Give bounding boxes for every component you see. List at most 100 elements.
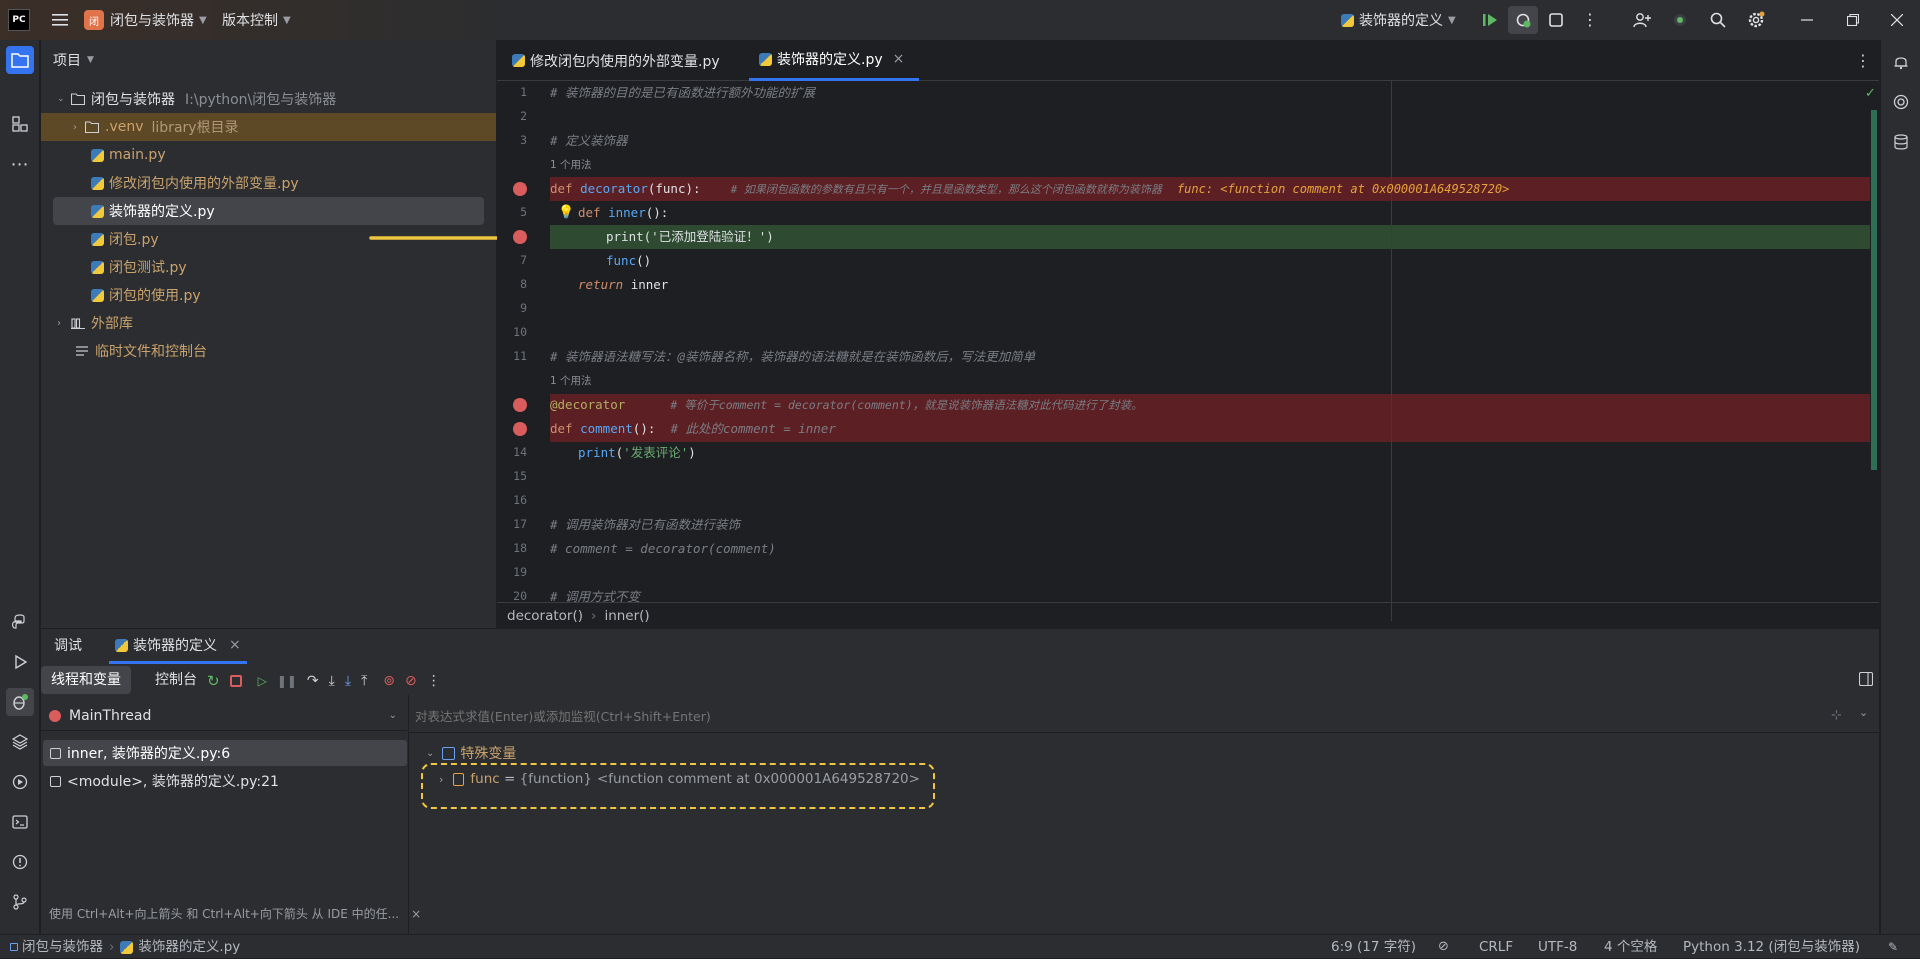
tree-file-item[interactable]: 修改闭包内使用的外部变量.py <box>41 169 496 197</box>
external-libs-label: 外部库 <box>91 316 133 332</box>
step-over-icon[interactable]: ↷ <box>307 673 319 689</box>
evaluate-expression-input[interactable] <box>415 701 1815 731</box>
tree-file-item[interactable]: 闭包测试.py <box>41 253 496 281</box>
vcs-menu[interactable]: 版本控制 ▼ <box>218 6 295 34</box>
tree-scratches[interactable]: 临时文件和控制台 <box>41 337 496 365</box>
chevron-down-icon[interactable]: ⌄ <box>1859 706 1868 719</box>
frame-item[interactable]: <module>, 装饰器的定义.py:21 <box>43 768 407 794</box>
tab-close-icon[interactable]: × <box>893 51 905 67</box>
notifications-button[interactable] <box>1887 48 1915 76</box>
editor-more-button[interactable]: ⋮ <box>1855 51 1871 70</box>
debug-session-tab[interactable]: 装饰器的定义 × <box>109 629 247 664</box>
search-button[interactable] <box>1704 6 1732 34</box>
main-menu-button[interactable] <box>46 6 74 34</box>
ai-chat-button[interactable] <box>1887 88 1915 116</box>
thread-selector[interactable]: MainThread ⌄ <box>41 701 407 731</box>
step-into-my-code-icon[interactable]: ⤓ <box>345 673 351 689</box>
line-number: 18 <box>513 541 527 555</box>
root-folder-path: I:\python\闭包与装饰器 <box>185 92 337 108</box>
project-tool-button[interactable] <box>6 46 34 74</box>
frame-item-selected[interactable]: inner, 装饰器的定义.py:6 <box>43 740 407 766</box>
subtab-console[interactable]: 控制台 <box>147 666 205 694</box>
rerun-debug-button[interactable] <box>1508 6 1538 34</box>
stop-button[interactable] <box>1542 6 1570 34</box>
problems-tool-button[interactable] <box>6 848 34 876</box>
python-console-button[interactable] <box>6 768 34 796</box>
more-vertical-icon[interactable]: ⋮ <box>427 673 441 689</box>
code-with-me-button[interactable] <box>1628 6 1656 34</box>
caret-position[interactable]: 6:9 (17 字符) <box>1331 935 1416 959</box>
terminal-tool-button[interactable] <box>6 808 34 836</box>
step-into-icon[interactable]: ⤓ <box>329 673 335 689</box>
view-breakpoints-icon[interactable]: ⊚ <box>383 673 395 689</box>
readonly-toggle-icon[interactable]: ⊘ <box>1438 935 1449 959</box>
tree-file-item[interactable]: main.py <box>41 141 496 169</box>
git-tool-button[interactable] <box>6 888 34 916</box>
ai-assistant-button[interactable] <box>1666 6 1694 34</box>
code-area[interactable]: # 装饰器的目的是已有函数进行额外功能的扩展 # 定义装饰器 1 个用法 def… <box>550 81 1870 629</box>
services-tool-button[interactable] <box>6 728 34 756</box>
settings-button[interactable] <box>1742 6 1770 34</box>
more-tools-button[interactable]: ⋯ <box>6 150 34 178</box>
tree-file-item-selected[interactable]: 装饰器的定义.py <box>53 197 484 225</box>
watch-add-icon[interactable]: ⊹ <box>1831 708 1842 723</box>
project-switcher[interactable]: 闭 闭包与装饰器 ▼ <box>80 6 211 34</box>
no-problems-check-icon[interactable]: ✓ <box>1865 86 1876 101</box>
line-separator[interactable]: CRLF <box>1479 935 1513 959</box>
close-icon[interactable]: × <box>229 637 241 653</box>
close-window-button[interactable] <box>1880 6 1914 34</box>
scratches-icon <box>76 346 88 356</box>
file-encoding[interactable]: UTF-8 <box>1538 935 1577 959</box>
indent-setting[interactable]: 4 个空格 <box>1604 935 1657 959</box>
editor-tab-active[interactable]: 装饰器的定义.py × <box>749 40 919 81</box>
code-line: @decorator # 等价于comment = decorator(comm… <box>550 393 1870 417</box>
database-button[interactable] <box>1887 128 1915 156</box>
usage-hint[interactable]: 1 个用法 <box>550 372 592 390</box>
more-actions-button[interactable]: ⋮ <box>1578 6 1602 34</box>
code-line: return inner <box>578 273 1870 297</box>
file-name: 闭包的使用.py <box>109 288 201 304</box>
status-crumb-file[interactable]: 装饰器的定义.py <box>138 935 240 959</box>
breakpoint-icon[interactable] <box>513 398 527 412</box>
subtab-threads[interactable]: 线程和变量 <box>41 666 131 694</box>
tree-external-libraries[interactable]: › 外部库 <box>41 309 496 337</box>
pane-divider[interactable] <box>408 695 409 935</box>
tree-file-item[interactable]: 闭包的使用.py <box>41 281 496 309</box>
debug-tool-button[interactable] <box>6 688 34 716</box>
pause-icon[interactable]: ❚❚ <box>277 674 297 688</box>
run-config-selector[interactable]: 装饰器的定义 ▼ <box>1337 6 1460 34</box>
mute-breakpoints-icon[interactable]: ⊘ <box>405 673 417 689</box>
status-crumb-project[interactable]: 闭包与装饰器 <box>22 935 103 959</box>
breadcrumb-item[interactable]: decorator() <box>507 608 583 624</box>
tree-root-folder[interactable]: ⌄ 闭包与装饰器 I:\python\闭包与装饰器 <box>41 85 496 113</box>
special-vars-node[interactable]: ⌄ 特殊变量 <box>426 743 516 763</box>
editor-tab[interactable]: 修改闭包内使用的外部变量.py <box>502 40 740 81</box>
lock-edit-icon[interactable]: ✎ <box>1888 935 1898 959</box>
lightbulb-icon[interactable]: 💡 <box>558 205 574 220</box>
resume-button[interactable] <box>1476 6 1504 34</box>
tree-venv-folder[interactable]: › .venv library根目录 <box>41 113 496 141</box>
app-logo-icon: PC <box>8 9 30 31</box>
usage-hint[interactable]: 1 个用法 <box>550 156 592 174</box>
stop-icon[interactable] <box>229 675 242 687</box>
resume-icon[interactable]: ▷ <box>258 674 267 688</box>
breakpoint-icon[interactable] <box>513 230 527 244</box>
python-interpreter[interactable]: Python 3.12 (闭包与装饰器) <box>1683 935 1860 959</box>
maximize-button[interactable] <box>1836 6 1870 34</box>
breakpoint-icon[interactable] <box>513 182 527 196</box>
chevron-down-icon: ⌄ <box>388 710 397 721</box>
rerun-icon[interactable]: ↻ <box>207 672 220 690</box>
close-icon[interactable]: × <box>411 907 421 921</box>
minimize-button[interactable] <box>1790 6 1824 34</box>
python-packages-button[interactable] <box>6 608 34 636</box>
structure-tool-button[interactable] <box>6 110 34 138</box>
editor: 修改闭包内使用的外部变量.py 装饰器的定义.py × ⋮ 1 2 3 4 5 … <box>497 40 1879 628</box>
layout-toggle-button[interactable] <box>1858 671 1874 690</box>
breakpoint-icon[interactable] <box>513 422 527 436</box>
breadcrumb-item[interactable]: inner() <box>604 608 649 624</box>
chevron-down-icon: ▼ <box>199 14 207 26</box>
step-out-icon[interactable]: ⤒ <box>361 673 367 689</box>
run-tool-button[interactable] <box>6 648 34 676</box>
project-panel-header[interactable]: 项目 ▼ <box>53 50 94 70</box>
play-icon <box>15 654 28 670</box>
